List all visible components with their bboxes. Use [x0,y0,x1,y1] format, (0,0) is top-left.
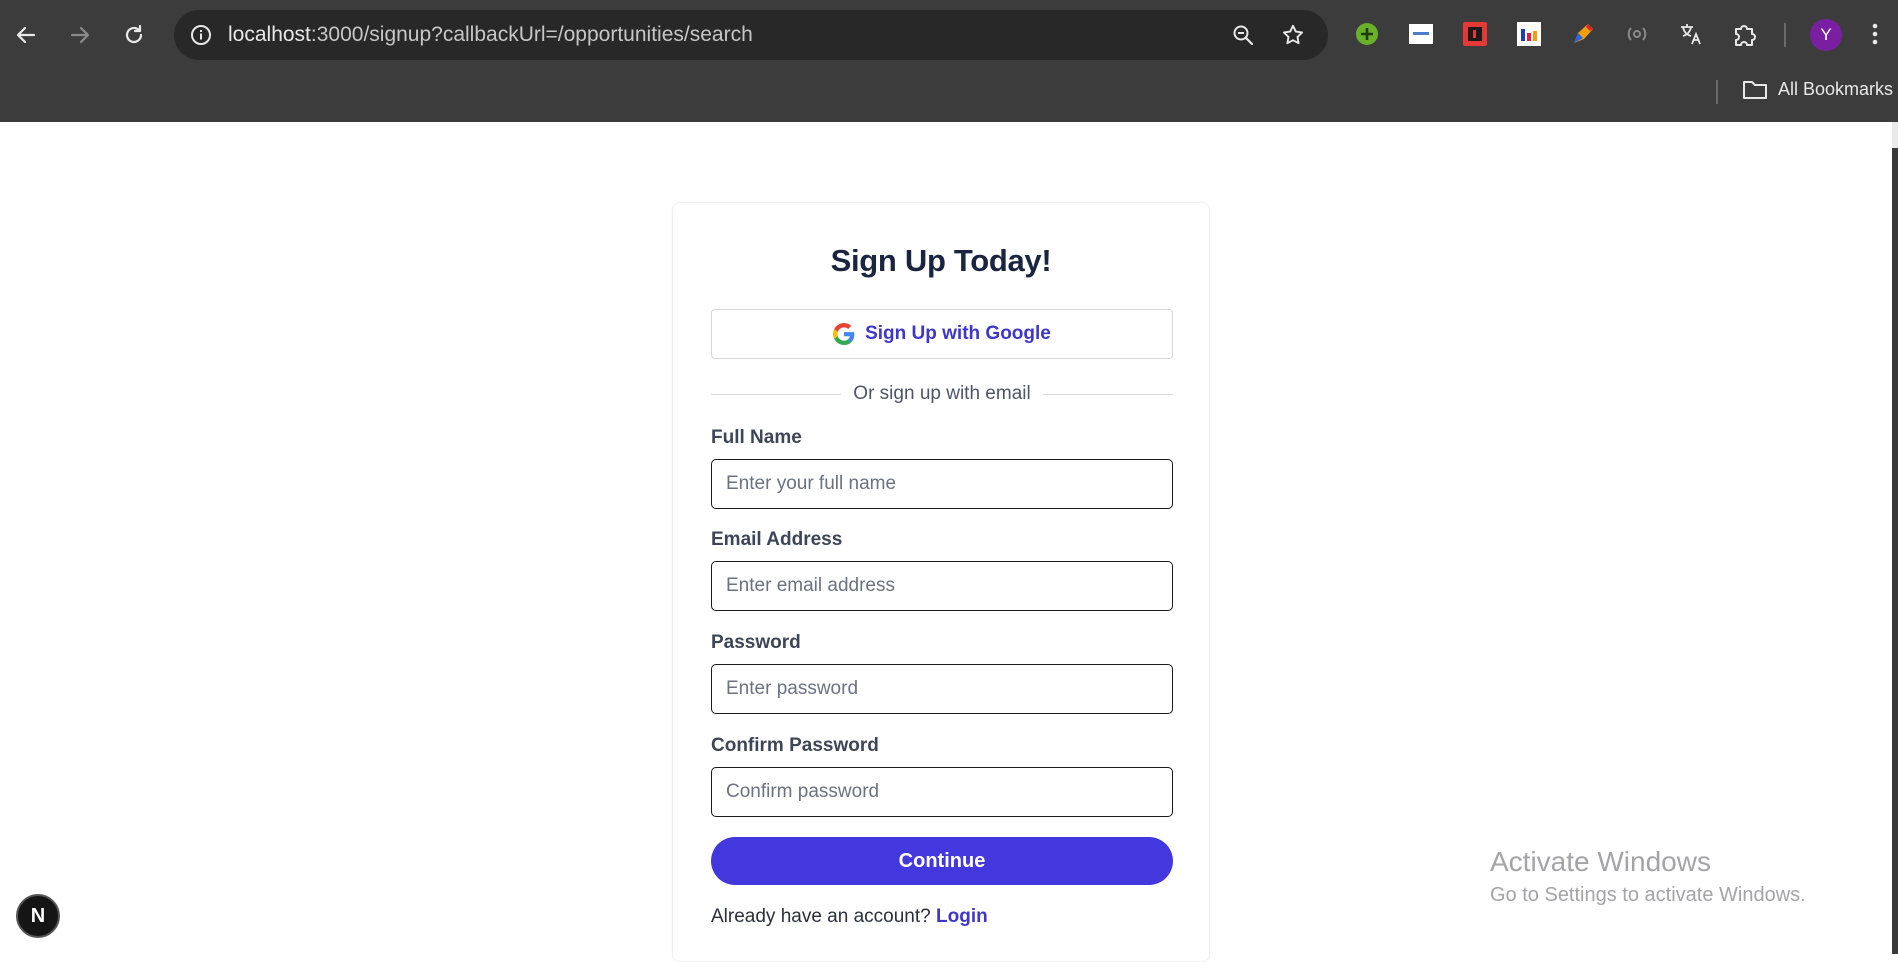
confirm-password-input[interactable] [711,767,1173,817]
page-title: Sign Up Today! [830,243,1052,278]
reload-button[interactable] [116,17,152,53]
bookmarks-separator [1716,80,1718,104]
more-menu-icon[interactable] [1860,19,1890,49]
forward-button[interactable] [62,17,98,53]
divider-text: Or sign up with email [853,383,1031,404]
scrollbar-thumb[interactable] [1892,148,1898,954]
zoom-icon[interactable] [1228,20,1258,50]
site-info-icon[interactable] [186,20,216,50]
profile-avatar[interactable]: Y [1810,19,1842,51]
toolbar-separator [1784,23,1786,47]
red-badge-extension-icon[interactable] [1460,19,1490,49]
puzzle-extension-icon[interactable] [1730,19,1760,49]
full-name-input[interactable] [711,459,1173,509]
url-host: localhost [228,23,311,46]
browser-toolbar: localhost:3000/signup?callbackUrl=/oppor… [0,0,1898,70]
forward-arrow-icon [70,26,90,44]
full-name-label: Full Name [711,427,802,448]
confirm-password-label: Confirm Password [711,735,879,756]
continue-button[interactable]: Continue [711,837,1173,885]
watermark-line1: Activate Windows [1490,846,1711,877]
windows-activation-watermark: Activate Windows Go to Settings to activ… [1490,846,1806,907]
or-divider: Or sign up with email [711,381,1173,407]
chart-extension-icon[interactable] [1514,19,1544,49]
bookmark-star-icon[interactable] [1278,20,1308,50]
folder-icon [1743,81,1767,99]
nextjs-dev-badge[interactable]: N [16,894,60,938]
google-signup-button[interactable]: Sign Up with Google [711,309,1173,359]
browser-chrome: localhost:3000/signup?callbackUrl=/oppor… [0,0,1898,171]
email-label: Email Address [711,529,843,550]
apsy-extension-icon[interactable] [1406,19,1436,49]
address-url[interactable]: localhost:3000/signup?callbackUrl=/oppor… [228,23,753,47]
divider-line-right [1042,393,1173,395]
all-bookmarks-label: All Bookmarks [1778,78,1894,99]
back-button[interactable] [8,17,44,53]
url-path: :3000/signup?callbackUrl=/opportunities/… [310,23,753,46]
all-bookmarks-button[interactable]: All Bookmarks [1742,78,1893,100]
signup-card: Sign Up Today! Sign Up with Google Or si… [672,202,1210,962]
plus-circle-extension-icon[interactable] [1352,19,1382,49]
bookmarks-bar [0,70,1898,171]
back-arrow-icon [16,26,36,44]
login-link[interactable]: Login [936,906,988,927]
password-input[interactable] [711,664,1173,714]
pencil-extension-icon[interactable] [1568,19,1598,49]
divider-line-left [711,393,842,395]
login-prompt-text: Already have an account? [711,906,931,927]
email-input[interactable] [711,561,1173,611]
password-label: Password [711,632,801,653]
google-icon [833,323,855,345]
broadcast-extension-icon[interactable] [1622,19,1652,49]
translate-extension-icon[interactable] [1676,19,1706,49]
login-prompt-row: Already have an account? Login [711,906,988,928]
reload-icon [125,24,143,44]
address-bar[interactable]: localhost:3000/signup?callbackUrl=/oppor… [174,10,1328,60]
watermark-line2: Go to Settings to activate Windows. [1490,884,1806,906]
google-signup-label: Sign Up with Google [865,323,1051,344]
